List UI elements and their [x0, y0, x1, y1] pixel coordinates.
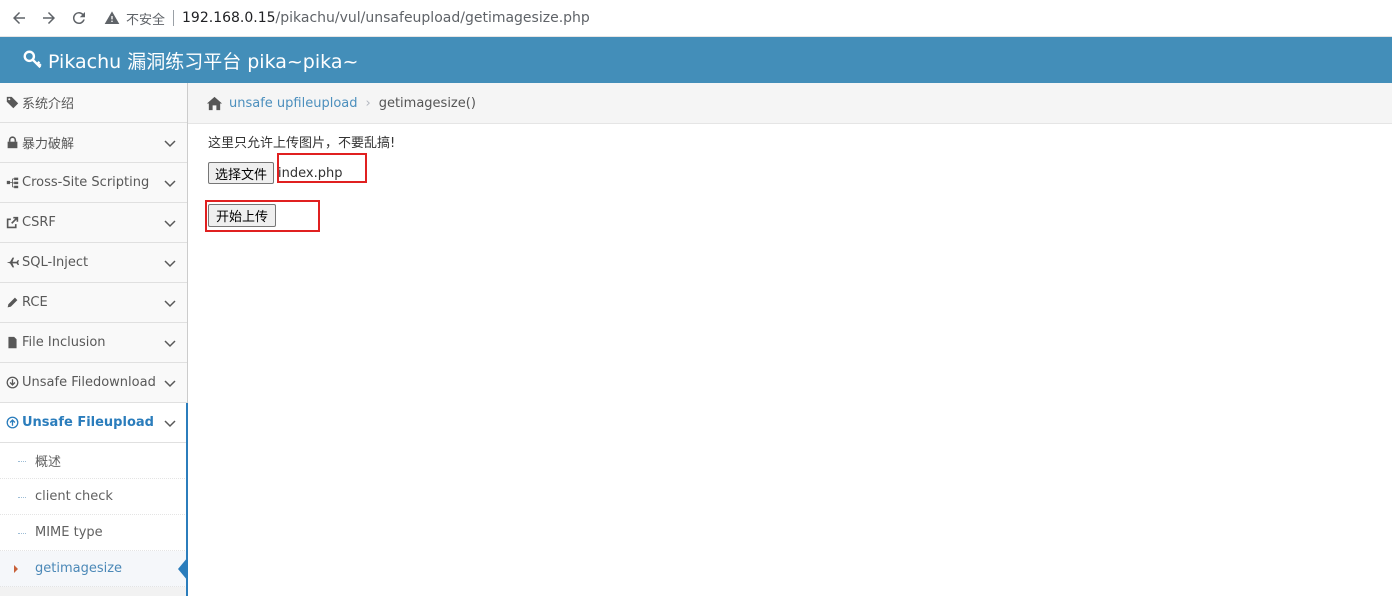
chevron-down-icon [164, 140, 176, 148]
breadcrumb: unsafe upfileupload › getimagesize() [188, 83, 1392, 124]
sidebar-item-label: 系统介绍 [22, 97, 75, 112]
lock-icon [5, 136, 19, 150]
reload-button[interactable] [68, 7, 90, 29]
chevron-down-icon [164, 220, 176, 228]
address-bar[interactable]: 不安全 192.168.0.15/pikachu/vul/unsafeuploa… [104, 5, 590, 31]
sidebar-item-xss[interactable]: Cross-Site Scripting [0, 163, 187, 203]
download-icon [5, 376, 19, 390]
submenu-item-label: 概述 [35, 455, 62, 470]
highlight-box-upload [205, 200, 320, 232]
breadcrumb-current: getimagesize() [378, 95, 476, 111]
sidebar-item-label: Unsafe Filedownload [22, 375, 156, 390]
chevron-down-icon [164, 340, 176, 348]
submenu-item-mime-type[interactable]: MIME type [0, 515, 187, 551]
highlight-box-filename [277, 153, 367, 183]
submenu-item-overview[interactable]: 概述 [0, 443, 187, 479]
sidebar: 系统介绍 暴力破解 Cross-Site Scripting CSRF SQL-… [0, 83, 188, 596]
sidebar-item-rce[interactable]: RCE [0, 283, 187, 323]
sitemap-icon [5, 176, 19, 190]
sidebar-item-file-inclusion[interactable]: File Inclusion [0, 323, 187, 363]
warning-icon [104, 10, 120, 26]
choose-file-button[interactable]: 选择文件 [208, 162, 275, 184]
submenu-item-label: MIME type [35, 525, 103, 540]
arrow-left-icon [13, 12, 25, 24]
upload-form: 这里只允许上传图片，不要乱搞! 选择文件 index.php 开始上传 [208, 132, 396, 227]
sidebar-item-fileupload[interactable]: Unsafe Fileupload [0, 403, 187, 443]
home-icon [206, 96, 223, 110]
key-icon [23, 50, 42, 69]
submenu-item-client-check[interactable]: client check [0, 479, 187, 515]
app-header: Pikachu 漏洞练习平台 pika~pika~ [0, 37, 1392, 83]
sidebar-item-filedownload[interactable]: Unsafe Filedownload [0, 363, 187, 403]
breadcrumb-link[interactable]: unsafe upfileupload [229, 96, 358, 111]
file-icon [5, 336, 19, 350]
share-icon [5, 216, 19, 230]
sidebar-item-label: CSRF [22, 215, 56, 230]
chevron-down-icon [164, 300, 176, 308]
url-host: 192.168.0.15 [182, 10, 276, 26]
sidebar-item-label: Unsafe Fileupload [22, 415, 154, 430]
upload-icon [5, 416, 19, 430]
active-indicator [186, 403, 188, 596]
sidebar-item-label: 暴力破解 [22, 137, 75, 152]
forward-button[interactable] [38, 7, 60, 29]
submenu-item-getimagesize[interactable]: getimagesize [0, 551, 188, 587]
sidebar-item-bruteforce[interactable]: 暴力破解 [0, 123, 187, 163]
arrow-right-icon [43, 12, 55, 24]
browser-toolbar: 不安全 192.168.0.15/pikachu/vul/unsafeuploa… [0, 0, 1392, 37]
pencil-icon [5, 296, 19, 310]
reload-icon [72, 12, 85, 25]
chevron-down-icon [164, 380, 176, 388]
upload-notice: 这里只允许上传图片，不要乱搞! [208, 136, 396, 151]
submenu-item-label: getimagesize [35, 561, 123, 576]
sidebar-item-label: File Inclusion [22, 335, 106, 350]
url-path: /pikachu/vul/unsafeupload/getimagesize.p… [275, 10, 590, 26]
sidebar-item-label: SQL-Inject [22, 255, 89, 270]
plane-icon [5, 256, 19, 270]
app-title: Pikachu 漏洞练习平台 pika~pika~ [48, 50, 359, 73]
insecure-label: 不安全 [126, 12, 166, 28]
sidebar-item-intro[interactable]: 系统介绍 [0, 83, 187, 123]
sidebar-item-label: Cross-Site Scripting [22, 175, 150, 190]
back-button[interactable] [8, 7, 30, 29]
submenu-item-label: client check [35, 489, 113, 504]
sidebar-item-label: RCE [22, 295, 48, 310]
breadcrumb-separator: › [365, 95, 371, 111]
sidebar-item-sqli[interactable]: SQL-Inject [0, 243, 187, 283]
chevron-down-icon [164, 260, 176, 268]
fileupload-submenu: 概述 client check MIME type getimagesize [0, 443, 188, 587]
chevron-up-icon [164, 420, 176, 428]
sidebar-item-csrf[interactable]: CSRF [0, 203, 187, 243]
chevron-down-icon [164, 180, 176, 188]
tag-icon [5, 96, 19, 110]
address-divider [173, 10, 175, 26]
